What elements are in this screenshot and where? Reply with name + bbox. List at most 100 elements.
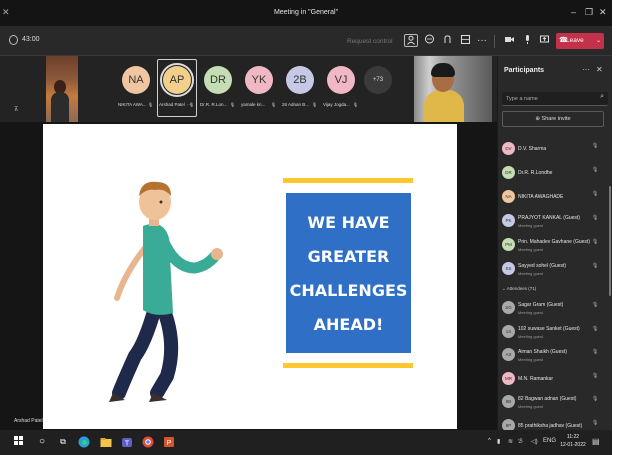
avatar: YK	[245, 66, 273, 94]
search-icon[interactable]: ○	[36, 436, 48, 448]
overflow-count: +73	[364, 66, 392, 94]
participant-role: Meeting guest	[518, 271, 544, 276]
participant-video-tile-self[interactable]	[414, 56, 492, 122]
battery-icon[interactable]: ▮	[497, 438, 500, 445]
participant-row[interactable]: MR M.N. Ramankar 🎙	[498, 370, 612, 392]
leave-button-label: Leave	[566, 37, 584, 44]
pin-icon[interactable]: ⊼	[14, 106, 18, 113]
svg-text:P: P	[167, 440, 172, 447]
participant-row[interactable]: AS Aiman Shaikh (Guest) Meeting guest 🎙	[498, 346, 612, 368]
edge-icon[interactable]	[78, 436, 90, 448]
screen-edge	[612, 0, 617, 455]
participant-row[interactable]: PK PRAJYOT KANKAL (Guest) Meeting guest 🎙	[498, 212, 612, 234]
chrome-icon[interactable]	[142, 436, 154, 448]
attendees-label: Attendees (71)	[506, 286, 537, 291]
panel-scrollbar[interactable]	[609, 186, 611, 296]
participant-row[interactable]: 1S 102 suwase Sanket (Guest) Meeting guest…	[498, 323, 612, 345]
participant-row[interactable]: PM Prin. Mahadev Gavhane (Guest) Meeting g…	[498, 236, 612, 258]
share-invite-button[interactable]: ⊕ Share invite	[502, 111, 604, 127]
challenge-card: WE HAVE GREATER CHALLENGES AHEAD!	[283, 178, 414, 368]
participant-row[interactable]: SG Sagar Gram (Guest) Meeting guest 🎙	[498, 299, 612, 321]
chevron-down-icon[interactable]: ⌄	[596, 33, 601, 49]
avatar: SG	[502, 301, 515, 314]
camera-icon[interactable]	[502, 34, 516, 48]
slide-line-4: AHEAD!	[313, 315, 384, 334]
people-icon[interactable]	[404, 34, 418, 47]
participant-name: Sayyed sohel (Guest)	[518, 263, 567, 269]
participant-video-tile[interactable]	[46, 56, 78, 122]
powerpoint-icon[interactable]: P	[163, 436, 175, 448]
mic-muted-icon: 🎙	[592, 191, 599, 197]
more-options-icon[interactable]: ···	[475, 34, 489, 48]
close-button[interactable]: ✕	[599, 7, 607, 18]
participant-row[interactable]: 8B 82 Bagwan adnan (Guest) Meeting guest 🎙	[498, 393, 612, 415]
participant-role: Meeting guest	[518, 404, 544, 409]
participant-avatar-tile[interactable]: NA	[116, 66, 156, 94]
rooms-icon[interactable]	[458, 34, 472, 48]
avatar: NA	[122, 66, 150, 94]
mic-muted-icon: 🎙	[592, 143, 599, 149]
participant-search[interactable]: ⌕	[502, 92, 608, 106]
participant-row[interactable]: DR Dr.R. R.Londhe 🎙	[498, 164, 612, 186]
meeting-control-bar: 43:00 Request control ··· ☎ Leave ⌄	[0, 26, 612, 56]
language-indicator[interactable]: ENG	[543, 438, 556, 444]
avatar: NA	[502, 190, 515, 203]
window-title: Meeting in "General"	[273, 9, 339, 16]
shield-icon	[9, 35, 18, 45]
participant-avatar-tile[interactable]: VJ	[321, 66, 361, 94]
teams-icon[interactable]: T	[121, 436, 133, 448]
close-icon[interactable]: ✕	[596, 65, 603, 74]
participant-row[interactable]: SS Sayyed sohel (Guest) Meeting guest 🎙	[498, 260, 612, 282]
participant-name-label: Vijay Jogda...	[323, 102, 350, 107]
participant-name: Sagar Gram (Guest)	[518, 302, 564, 308]
avatar: PK	[502, 214, 515, 227]
notifications-icon[interactable]: ▤	[592, 437, 600, 446]
slide-line-3: CHALLENGES	[289, 281, 408, 300]
chevron-up-icon[interactable]: ^	[488, 438, 491, 444]
share-screen-icon[interactable]	[537, 34, 551, 48]
mic-muted-icon: 🎙	[592, 239, 599, 245]
minimize-button[interactable]: –	[571, 7, 576, 17]
avatar: VJ	[327, 66, 355, 94]
leave-button[interactable]: ☎ Leave ⌄	[556, 33, 604, 49]
avatar: 2B	[286, 66, 314, 94]
chat-icon[interactable]	[422, 34, 436, 48]
avatar: DR	[204, 66, 232, 94]
participant-avatar-tile[interactable]: 2B	[280, 66, 320, 94]
attendees-section-header[interactable]: ⌄ Attendees (71)	[502, 286, 536, 292]
participant-avatar-tile[interactable]: DR	[198, 66, 238, 94]
clock-date: 12-01-2022	[560, 442, 586, 448]
participant-row[interactable]: NA NIKITA AWAGHADE 🎙	[498, 188, 612, 210]
card-panel: WE HAVE GREATER CHALLENGES AHEAD!	[286, 193, 411, 353]
task-view-icon[interactable]: ⧉	[57, 436, 69, 448]
participant-avatar-tile[interactable]: YK	[239, 66, 279, 94]
mic-muted-icon: 🎙	[312, 102, 318, 107]
network-icon[interactable]: ≋	[508, 438, 513, 445]
avatar: MR	[502, 371, 515, 385]
reactions-icon[interactable]	[440, 34, 454, 48]
request-control-button[interactable]: Request control	[347, 38, 393, 45]
bluetooth-icon[interactable]: ℬ	[518, 438, 523, 445]
volume-icon[interactable]: ◁)	[531, 438, 538, 445]
participant-name: D.V. Sharma	[518, 146, 547, 152]
participant-name: PRAJYOT KANKAL (Guest)	[518, 215, 580, 221]
search-input[interactable]	[506, 94, 592, 104]
windows-start-icon[interactable]	[12, 436, 24, 448]
taskbar-clock[interactable]: 11:22 12-01-2022	[558, 433, 588, 449]
microphone-icon[interactable]	[520, 34, 534, 48]
avatar: 8B	[502, 395, 515, 408]
participant-role: Meeting guest	[518, 223, 544, 228]
participant-row[interactable]: DV D.V. Sharma 🎙	[498, 140, 612, 162]
maximize-button[interactable]: ❐	[585, 7, 593, 18]
windows-taskbar: ○ ⧉ T P ^ ▮ ≋ ℬ ◁) ENG 11:22 12-01-2022 …	[0, 430, 612, 455]
card-bottom-bar	[283, 363, 413, 368]
presentation-slide: WE HAVE GREATER CHALLENGES AHEAD!	[43, 124, 457, 429]
avatar: SS	[502, 262, 515, 275]
meeting-timer: 43:00	[22, 36, 40, 43]
participant-name: 102 suwase Sanket (Guest)	[518, 325, 580, 332]
mic-muted-icon: 🎙	[592, 167, 599, 173]
overflow-participants[interactable]: +73	[358, 66, 398, 94]
more-options-icon[interactable]: ···	[582, 65, 590, 74]
participant-name-label: NIKITA AWA...	[118, 102, 147, 107]
file-explorer-icon[interactable]	[100, 436, 112, 448]
